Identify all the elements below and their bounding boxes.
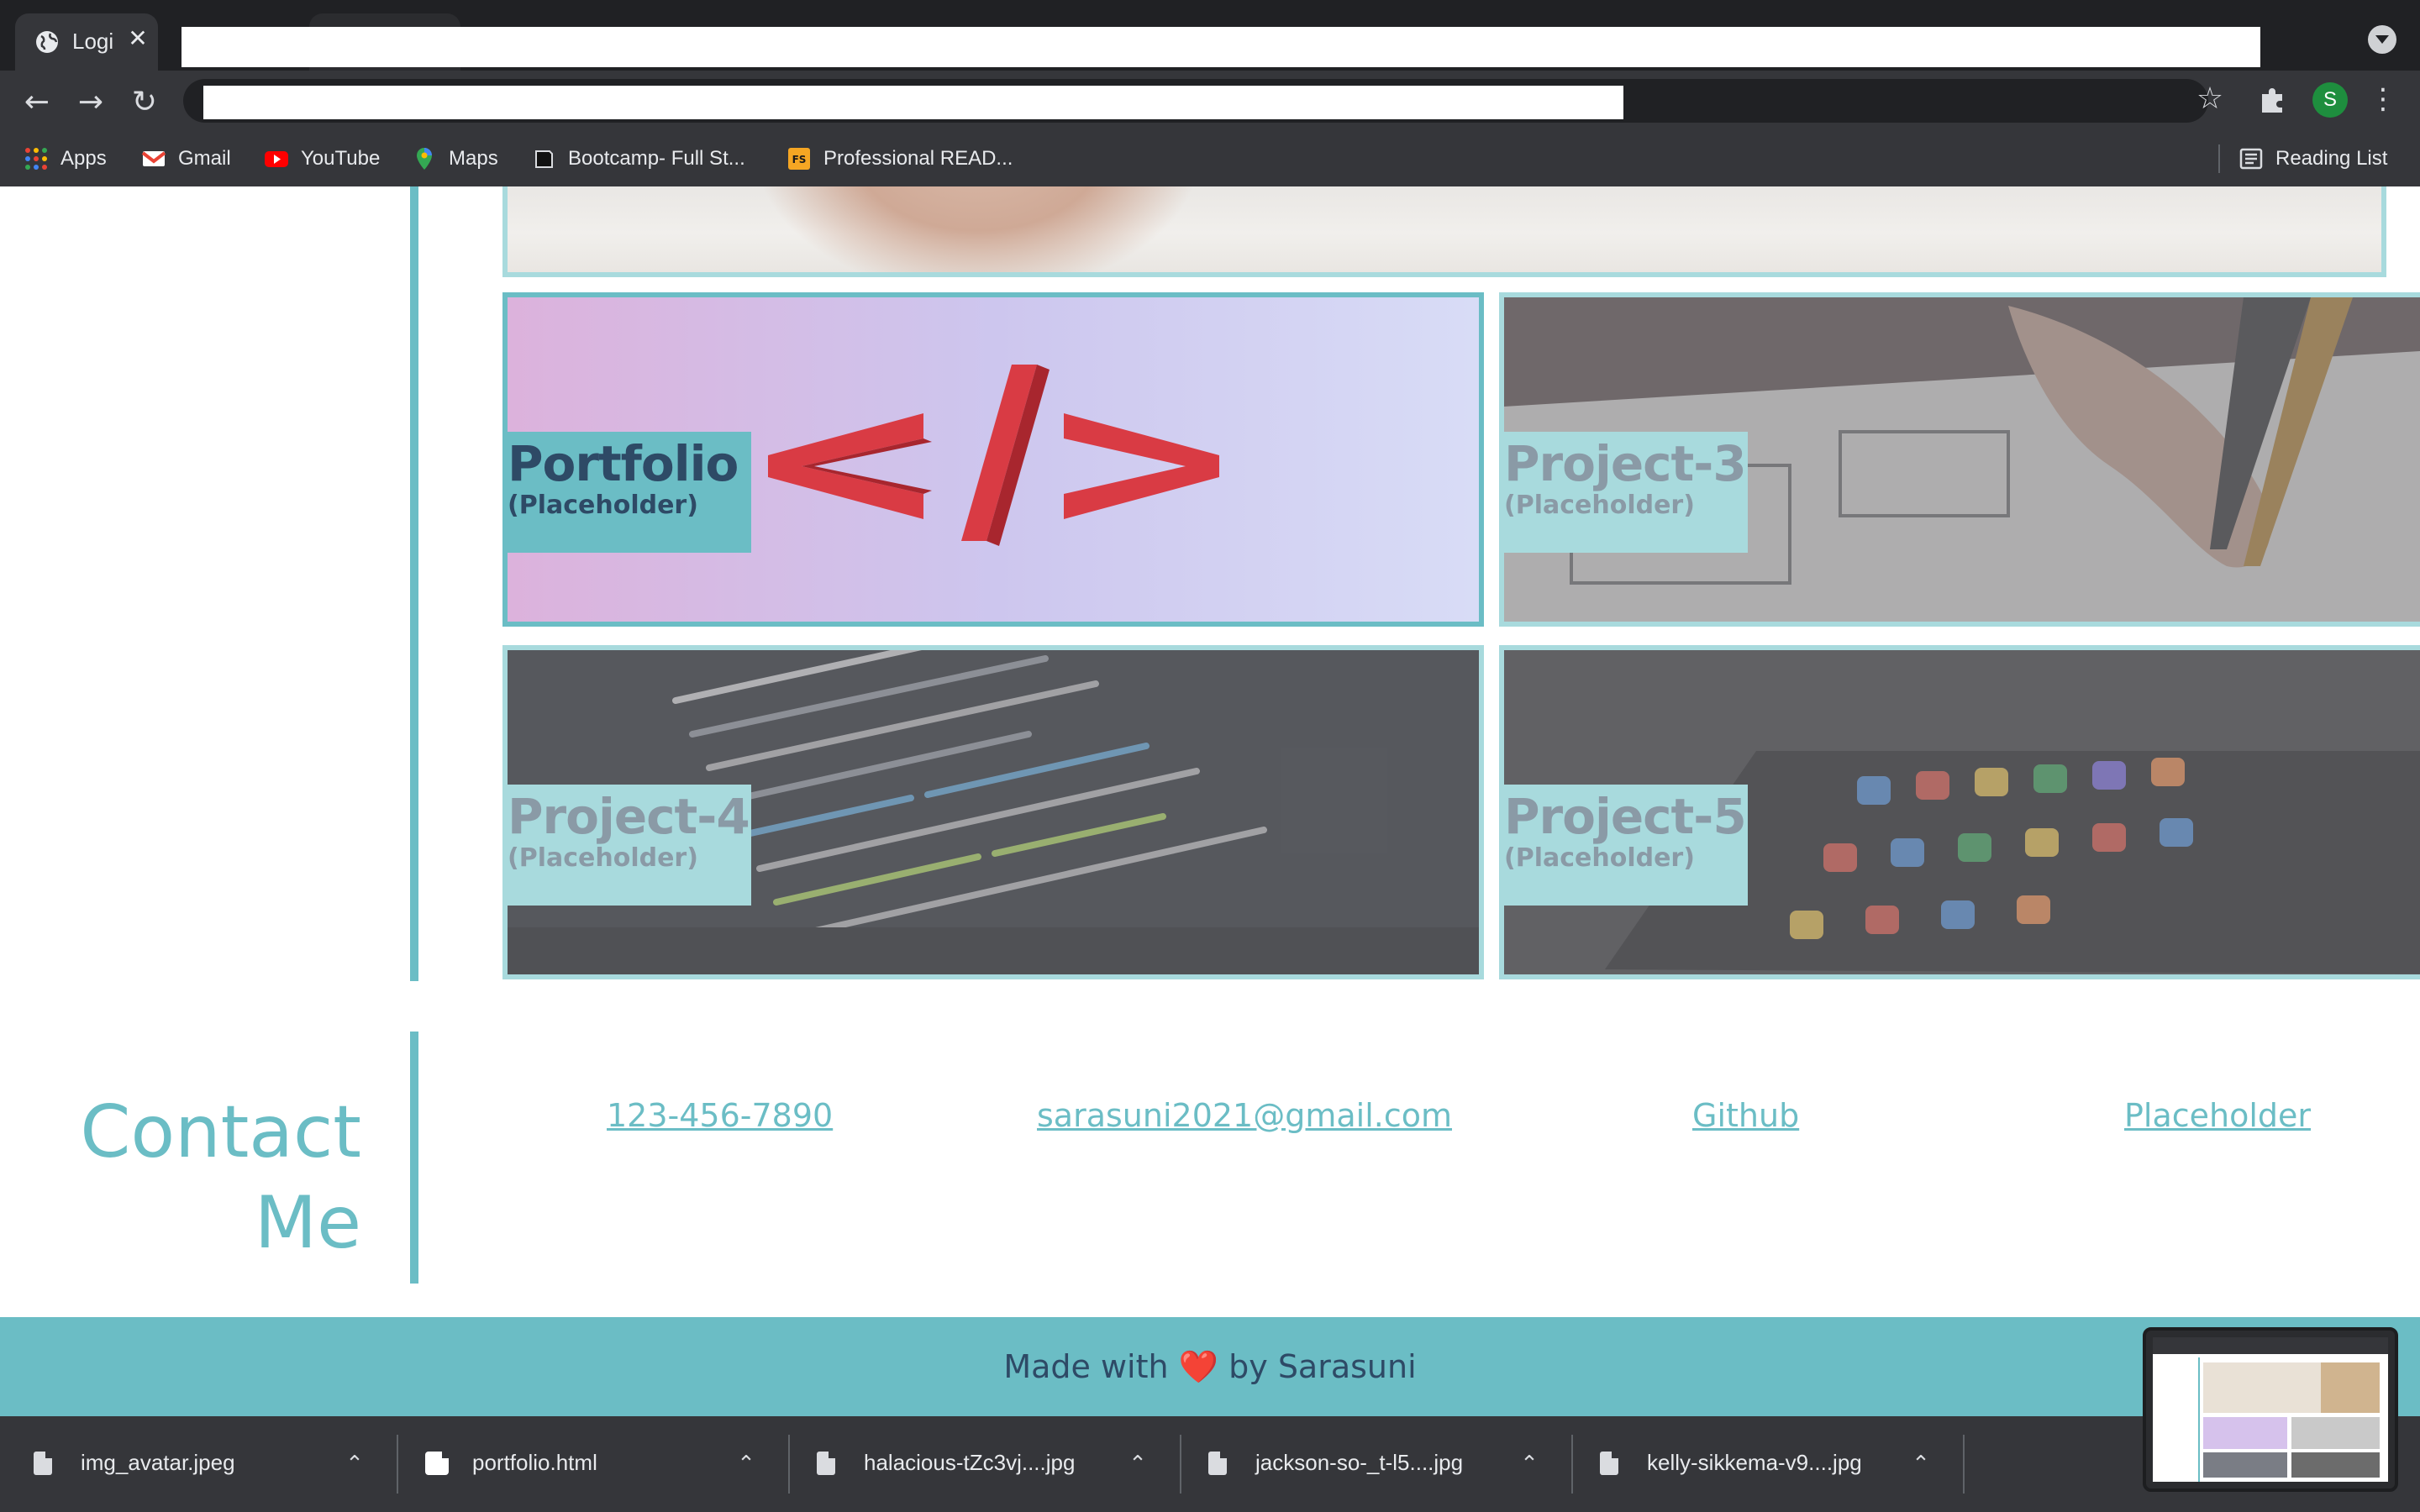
- browser-tab[interactable]: Logi ✕: [15, 13, 158, 71]
- tab-search-dropdown-icon[interactable]: [2368, 25, 2396, 54]
- project-card-5[interactable]: Project-5 (Placeholder): [1499, 645, 2420, 979]
- download-item[interactable]: img_avatar.jpeg ⌃: [0, 1416, 392, 1512]
- contact-heading: Contact Me: [50, 1087, 361, 1268]
- thumbnail-image: [2153, 1337, 2388, 1482]
- download-filename: jackson-so-_t-l5....jpg: [1255, 1450, 1464, 1475]
- heart-icon: ❤️: [1178, 1348, 1219, 1385]
- download-item[interactable]: jackson-so-_t-l5....jpg ⌃: [1175, 1416, 1566, 1512]
- project-card-4[interactable]: Project-4 (Placeholder): [502, 645, 1484, 979]
- bookmark-bootcamp[interactable]: Bootcamp- Full St...: [531, 131, 745, 186]
- chevron-up-icon[interactable]: ⌃: [1123, 1446, 1153, 1480]
- email-link[interactable]: sarasuni2021@gmail.com: [1037, 1097, 1452, 1134]
- bootcamp-icon: [535, 150, 553, 168]
- card-title: Project-3: [1504, 435, 1747, 492]
- webpage: Portfolio (Placeholder) Project-3 (Place…: [0, 186, 2420, 1416]
- card-label: Project-5 (Placeholder): [1504, 785, 1748, 906]
- chevron-up-icon[interactable]: ⌃: [1514, 1446, 1544, 1480]
- tab-strip: Logi ✕: [0, 0, 2420, 71]
- github-link[interactable]: Github: [1692, 1097, 1799, 1134]
- download-divider: [1963, 1435, 1965, 1494]
- thumbnail-content: [2153, 1337, 2388, 1482]
- file-icon: [817, 1452, 835, 1475]
- download-filename: halacious-tZc3vj....jpg: [864, 1450, 1076, 1475]
- bookmarks-divider: [2218, 144, 2220, 173]
- chrome-file-icon: [425, 1452, 449, 1475]
- card-title: Project-5: [1504, 788, 1747, 845]
- redacted-url: [203, 86, 1623, 119]
- download-shelf: img_avatar.jpeg ⌃ portfolio.html ⌃ halac…: [0, 1416, 2420, 1512]
- fs-icon: FS: [788, 148, 810, 170]
- profile-avatar[interactable]: S: [2312, 82, 2348, 118]
- reading-list-button[interactable]: Reading List: [2238, 131, 2387, 186]
- card-subtitle: (Placeholder): [508, 843, 698, 873]
- bookmark-label: Bootcamp- Full St...: [568, 147, 745, 170]
- footer-text-before: Made with: [1003, 1348, 1169, 1385]
- placeholder-link[interactable]: Placeholder: [2124, 1097, 2311, 1134]
- globe-icon: [36, 31, 58, 53]
- phone-link[interactable]: 123-456-7890: [607, 1097, 833, 1134]
- reading-list-icon: [2239, 148, 2263, 170]
- extensions-puzzle-icon[interactable]: [2255, 82, 2289, 116]
- contact-heading-line2: Me: [254, 1181, 361, 1265]
- redacted-tabs: [182, 27, 2260, 67]
- page-footer: Made with ❤️ by Sarasuni: [0, 1317, 2420, 1416]
- bookmark-label: Maps: [449, 147, 498, 170]
- chevron-up-icon[interactable]: ⌃: [1906, 1446, 1936, 1480]
- contact-section-divider: [410, 1032, 418, 1284]
- svg-text:FS: FS: [792, 154, 807, 165]
- reading-list-label: Reading List: [2275, 147, 2388, 170]
- bookmark-gmail[interactable]: Gmail: [141, 131, 231, 186]
- card-label: Project-3 (Placeholder): [1504, 432, 1748, 553]
- tab-close-icon[interactable]: ✕: [123, 24, 153, 54]
- project-card-3[interactable]: Project-3 (Placeholder): [1499, 292, 2420, 627]
- bookmark-professional[interactable]: FS Professional READ...: [786, 131, 1013, 186]
- card-subtitle: (Placeholder): [1504, 843, 1695, 873]
- bookmark-apps[interactable]: Apps: [24, 131, 107, 186]
- download-item[interactable]: kelly-sikkema-v9....jpg ⌃: [1566, 1416, 1958, 1512]
- card-title: Project-4: [508, 788, 750, 845]
- chevron-up-icon[interactable]: ⌃: [339, 1446, 370, 1480]
- file-icon: [34, 1452, 52, 1475]
- apps-grid-icon: [25, 148, 47, 170]
- bookmark-star-icon[interactable]: ☆: [2191, 81, 2228, 118]
- bookmark-maps[interactable]: Maps: [412, 131, 498, 186]
- download-item[interactable]: halacious-tZc3vj....jpg ⌃: [783, 1416, 1175, 1512]
- hero-image-detail: [760, 186, 1197, 272]
- bookmark-label: YouTube: [301, 147, 381, 170]
- tab-title: Logi: [72, 29, 114, 54]
- more-menu-icon[interactable]: ⋮: [2368, 81, 2398, 118]
- bookmark-label: Apps: [60, 147, 107, 170]
- card-title: Portfolio: [508, 435, 739, 492]
- card-label: Project-4 (Placeholder): [508, 785, 751, 906]
- card-label: Portfolio (Placeholder): [508, 432, 751, 553]
- work-section-divider: [410, 186, 418, 981]
- footer-text-after: by Sarasuni: [1228, 1348, 1417, 1385]
- back-arrow-icon[interactable]: ←: [18, 84, 55, 121]
- bookmark-label: Professional READ...: [823, 147, 1013, 170]
- youtube-icon: [265, 151, 288, 167]
- reload-icon[interactable]: ↻: [126, 84, 163, 121]
- card-subtitle: (Placeholder): [508, 491, 698, 520]
- gmail-icon: [141, 151, 166, 166]
- card-subtitle: (Placeholder): [1504, 491, 1695, 520]
- file-icon: [1208, 1452, 1227, 1475]
- download-filename: img_avatar.jpeg: [81, 1450, 235, 1475]
- bookmark-youtube[interactable]: YouTube: [264, 131, 380, 186]
- maps-icon: [417, 148, 432, 170]
- file-icon: [1600, 1452, 1618, 1475]
- download-item[interactable]: portfolio.html ⌃: [392, 1416, 783, 1512]
- download-filename: portfolio.html: [472, 1450, 597, 1475]
- screenshot-preview-thumbnail[interactable]: [2143, 1327, 2398, 1492]
- project-card-portfolio[interactable]: Portfolio (Placeholder): [502, 292, 1484, 627]
- contact-heading-line1: Contact: [80, 1090, 361, 1174]
- bookmarks-bar: Apps Gmail YouTube Maps Bootcamp- Full S…: [0, 131, 2420, 186]
- download-filename: kelly-sikkema-v9....jpg: [1647, 1450, 1862, 1475]
- forward-arrow-icon[interactable]: →: [72, 84, 109, 121]
- bookmark-label: Gmail: [178, 147, 231, 170]
- chevron-up-icon[interactable]: ⌃: [731, 1446, 761, 1480]
- hero-image: [502, 186, 2386, 277]
